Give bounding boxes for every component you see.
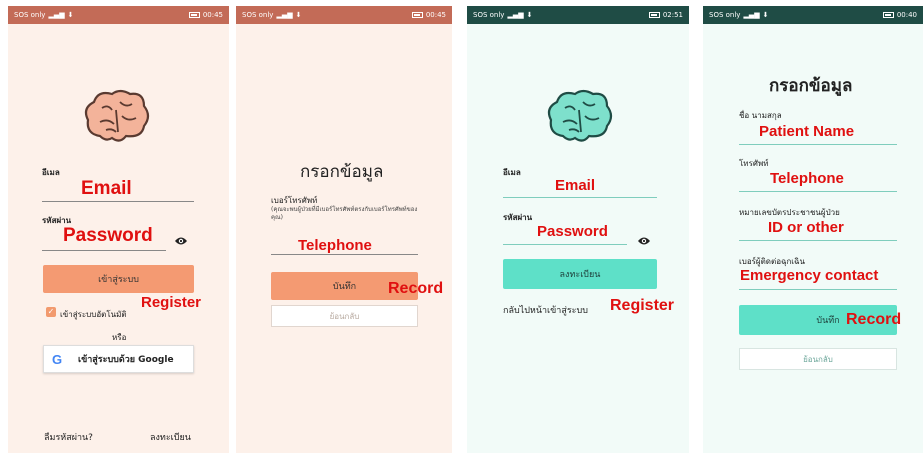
- status-carrier: SOS only: [473, 11, 505, 19]
- email-label: อีเมล: [503, 168, 521, 177]
- back-button[interactable]: ย้อนกลับ: [271, 305, 418, 327]
- download-icon: ⬇: [526, 11, 533, 19]
- page-title: กรอกข้อมูล: [769, 76, 853, 96]
- email-annotation: Email: [555, 177, 596, 194]
- email-label: อีเมล: [42, 168, 60, 177]
- id-label: หมายเลขบัตรประชาชนผู้ป่วย: [739, 208, 840, 217]
- password-input[interactable]: [42, 250, 166, 251]
- phone-hint: (คุณจะพบผู้ป่วยที่มีเบอร์โทรศัพท์ตรงกับเ…: [271, 206, 418, 221]
- register-link[interactable]: ลงทะเบียน: [150, 430, 191, 444]
- password-label: รหัสผ่าน: [503, 213, 533, 222]
- page-title: กรอกข้อมูล: [300, 162, 384, 182]
- status-carrier: SOS only: [709, 11, 741, 19]
- password-annotation: Password: [537, 223, 608, 240]
- back-button[interactable]: ย้อนกลับ: [739, 348, 897, 370]
- auto-login-label: เข้าสู่ระบบอัตโนมัติ: [60, 310, 127, 319]
- email-annotation: Email: [81, 178, 132, 199]
- emergency-input[interactable]: [739, 289, 897, 290]
- phone-label: โทรศัพท์: [739, 159, 769, 168]
- battery-icon: [188, 12, 200, 18]
- id-input[interactable]: [739, 240, 897, 241]
- name-input[interactable]: [739, 144, 897, 145]
- emergency-annotation: Emergency contact: [740, 267, 879, 284]
- name-annotation: Patient Name: [759, 123, 855, 140]
- status-bar: SOS only ▂▄▆ ⬇ 00:45: [8, 6, 229, 24]
- screen-register: SOS only ▂▄▆ ⬇ 02:51 อีเมล Email รหัสผ่าน …: [467, 6, 689, 453]
- brain-logo-icon: [84, 89, 150, 142]
- google-button-label: เข้าสู่ระบบด้วย Google: [78, 355, 174, 365]
- status-time: 00:40: [896, 11, 917, 19]
- auto-login-checkbox[interactable]: ✓: [46, 307, 56, 317]
- signal-icon: ▂▄▆: [743, 11, 760, 19]
- login-button[interactable]: เข้าสู่ระบบ: [43, 265, 194, 293]
- password-annotation: Password: [63, 225, 153, 246]
- status-time: 02:51: [662, 11, 683, 19]
- save-button-label: บันทึก: [816, 316, 840, 326]
- screen-fill-phone: SOS only ▂▄▆ ⬇ 00:45 กรอกข้อมูล เบอร์โทรศั…: [236, 6, 452, 453]
- signal-icon: ▂▄▆: [48, 11, 65, 19]
- signal-icon: ▂▄▆: [276, 11, 293, 19]
- google-login-button[interactable]: G เข้าสู่ระบบด้วย Google: [43, 345, 194, 373]
- register-annotation: Register: [610, 297, 675, 314]
- phone-input[interactable]: [739, 191, 897, 192]
- status-time: 00:45: [425, 11, 446, 19]
- battery-icon: [882, 12, 894, 18]
- status-carrier: SOS only: [242, 11, 274, 19]
- eye-icon[interactable]: [637, 236, 651, 246]
- status-bar: SOS only ▂▄▆ ⬇ 00:40: [703, 6, 923, 24]
- name-label: ชื่อ นามสกุล: [739, 111, 782, 120]
- back-to-login-link[interactable]: กลับไปหน้าเข้าสู่ระบบ: [503, 303, 588, 317]
- register-annotation: Register: [141, 294, 202, 311]
- status-bar: SOS only ▂▄▆ ⬇ 02:51: [467, 6, 689, 24]
- password-input[interactable]: [503, 244, 627, 245]
- status-time: 00:45: [202, 11, 223, 19]
- battery-icon: [648, 12, 660, 18]
- google-icon: G: [51, 351, 63, 367]
- email-input[interactable]: [503, 197, 657, 198]
- phone-annotation: Telephone: [298, 237, 372, 254]
- download-icon: ⬇: [295, 11, 302, 19]
- register-button[interactable]: ลงทะเบียน: [503, 259, 657, 289]
- or-label: หรือ: [112, 333, 127, 342]
- phone-input[interactable]: [271, 254, 418, 255]
- eye-icon[interactable]: [174, 236, 188, 246]
- download-icon: ⬇: [67, 11, 74, 19]
- screen-login: SOS only ▂▄▆ ⬇ 00:45 อีเมล Email รหัสผ่าน …: [8, 6, 229, 453]
- forgot-password-link[interactable]: ลืมรหัสผ่าน?: [44, 430, 93, 444]
- battery-icon: [411, 12, 423, 18]
- status-carrier: SOS only: [14, 11, 46, 19]
- record-annotation: Record: [388, 280, 444, 297]
- screen-fill-patient: SOS only ▂▄▆ ⬇ 00:40 กรอกข้อมูล ชื่อ นามสก…: [703, 6, 923, 453]
- email-input[interactable]: [42, 201, 194, 202]
- signal-icon: ▂▄▆: [507, 11, 524, 19]
- brain-logo-icon: [547, 89, 613, 142]
- download-icon: ⬇: [762, 11, 769, 19]
- record-annotation: Record: [846, 311, 902, 328]
- id-annotation: ID or other: [768, 219, 844, 236]
- status-bar: SOS only ▂▄▆ ⬇ 00:45: [236, 6, 452, 24]
- phone-annotation: Telephone: [770, 170, 844, 187]
